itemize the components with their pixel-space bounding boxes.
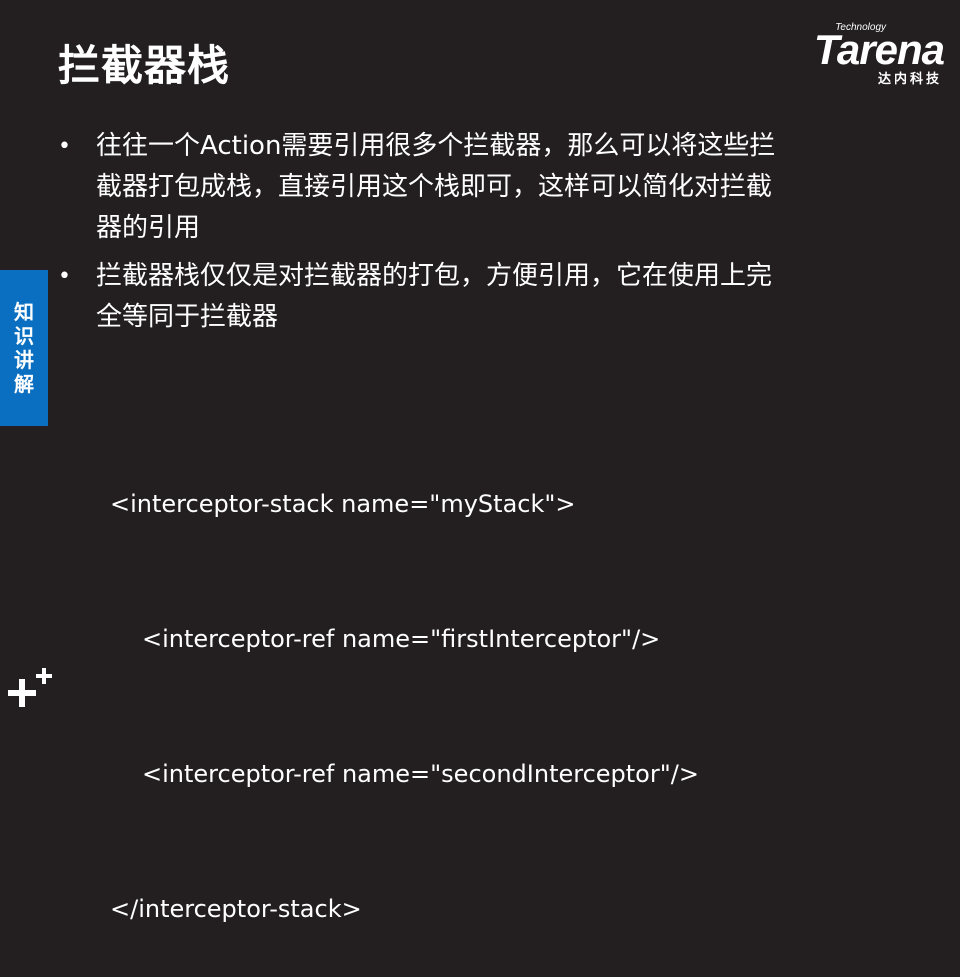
bullet-item: • 往往一个Action需要引用很多个拦截器，那么可以将这些拦 截器打包成栈，直… (58, 126, 878, 249)
bullet-item: • 拦截器栈仅仅是对拦截器的打包，方便引用，它在使用上完 全等同于拦截器 (58, 256, 878, 338)
side-tab-char: 讲 (14, 348, 34, 372)
bullet-line: 截器打包成栈，直接引用这个栈即可，这样可以简化对拦截 (96, 172, 773, 202)
plus-plus-icon (8, 668, 52, 707)
knowledge-explanation-tab: 知 识 讲 解 (0, 270, 48, 426)
bullet-line: 拦截器栈仅仅是对拦截器的打包，方便引用，它在使用上完 (96, 261, 773, 291)
bullet-list: • 往往一个Action需要引用很多个拦截器，那么可以将这些拦 截器打包成栈，直… (58, 126, 878, 345)
code-block: <interceptor-stack name="myStack"> <inte… (110, 392, 699, 977)
side-tab-char: 解 (14, 372, 34, 396)
bullet-dot: • (58, 134, 71, 159)
code-line: <interceptor-ref name="secondInterceptor… (142, 760, 699, 788)
code-line: <interceptor-stack name="myStack"> (110, 490, 576, 518)
bullet-line: 全等同于拦截器 (96, 302, 279, 332)
bullet-line: 往往一个Action需要引用很多个拦截器，那么可以将这些拦 (96, 131, 776, 161)
code-line: </interceptor-stack> (110, 895, 362, 923)
tarena-logo: Technology Tarena 达内科技 (774, 22, 945, 87)
logo-brand-text: Tarena (813, 26, 945, 73)
slide-title: 拦截器栈 (58, 41, 231, 90)
code-line: <interceptor-ref name="firstInterceptor"… (142, 625, 661, 653)
side-tab-char: 知 (14, 300, 34, 324)
bullet-line: 器的引用 (96, 213, 201, 243)
bullet-dot: • (58, 264, 71, 289)
side-tab-char: 识 (14, 324, 34, 348)
logo-subtitle-text: 达内科技 (877, 72, 942, 87)
